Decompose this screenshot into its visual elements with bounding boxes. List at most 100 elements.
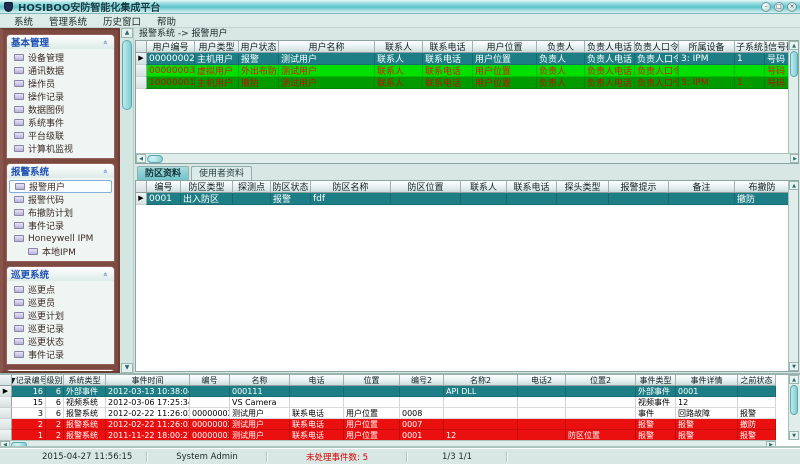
sidebar-item[interactable]: 报警用户 xyxy=(9,180,112,193)
user-table-column-header[interactable]: 子系统 xyxy=(735,41,765,53)
scroll-thumb[interactable] xyxy=(147,155,163,163)
zone-table-vscroll[interactable]: ▲ ▼ xyxy=(788,181,798,371)
scroll-thumb[interactable] xyxy=(790,385,798,415)
zone-table-column-header[interactable]: 防区名称 xyxy=(311,181,391,193)
scroll-down-icon[interactable]: ▼ xyxy=(789,431,799,440)
zone-table-column-header[interactable]: 备注 xyxy=(669,181,735,193)
zone-table-column-header[interactable]: 布撤防 xyxy=(735,181,790,193)
scroll-thumb[interactable] xyxy=(122,40,132,110)
sidebar-item[interactable]: 数据图例 xyxy=(7,103,114,116)
sidebar-panel-header[interactable]: 巡更系统 « xyxy=(7,267,114,281)
sidebar-item[interactable]: 巡更记录 xyxy=(7,322,114,335)
collapse-chevron-icon[interactable]: « xyxy=(101,167,110,176)
scroll-up-icon[interactable]: ▲ xyxy=(789,41,798,50)
event-table-column-header[interactable]: 电话 xyxy=(290,375,344,386)
user-table-column-header[interactable]: 联系人 xyxy=(375,41,423,53)
event-table-column-header[interactable]: 电话2 xyxy=(518,375,566,386)
sidebar-item[interactable]: Honeywell IPM xyxy=(7,232,114,245)
collapse-chevron-icon[interactable]: « xyxy=(101,38,110,47)
zone-table-column-header[interactable]: 联系电话 xyxy=(507,181,557,193)
sidebar-item[interactable]: 操作员 xyxy=(7,77,114,90)
event-table-row[interactable]: 15 6 视频系统 2012-03-06 17:25:34 VS Camera 视频事件 1… xyxy=(0,397,776,408)
zone-table-column-header[interactable]: 报警提示 xyxy=(609,181,669,193)
user-table-vscroll[interactable]: ▲ xyxy=(788,41,798,154)
sidebar-item[interactable]: 报警代码 xyxy=(7,193,114,206)
sidebar-item[interactable]: 事件记录 xyxy=(7,348,114,361)
user-table-column-header[interactable]: 负责人电话 xyxy=(585,41,635,53)
zone-table-column-header[interactable]: 防区状态 xyxy=(271,181,311,193)
sidebar-item[interactable]: 巡更点 xyxy=(7,283,114,296)
events-hscroll[interactable]: ◀ ▶ xyxy=(0,440,776,448)
zone-table-row[interactable]: ▶ 0001 出入防区 报警 fdf 撤防 xyxy=(136,193,790,205)
user-table-column-header[interactable]: 用户位置 xyxy=(473,41,537,53)
event-table-column-header[interactable]: 级别 xyxy=(46,375,64,386)
event-table-row[interactable]: ▶ 16 6 外部事件 2012-03-13 10:38:04 000111 API DLL… xyxy=(0,386,776,397)
user-table-row[interactable]: ▶ 00000002 主机用户 报警 测试用户 联系人 联系电话 用户位置 负责人 负责人电话 负责… xyxy=(136,53,790,65)
user-table-column-header[interactable]: 通信号码 xyxy=(765,41,790,53)
event-table-column-header[interactable]: ▼记录编号 xyxy=(12,375,46,386)
sidebar-item[interactable]: 设备管理 xyxy=(7,51,114,64)
event-table-column-header[interactable]: 事件时间 xyxy=(106,375,190,386)
scroll-up-icon[interactable]: ▲ xyxy=(789,375,799,384)
user-table-hscroll[interactable]: ◀ ▶ xyxy=(136,153,798,163)
event-table-column-header[interactable]: 编号 xyxy=(190,375,230,386)
sidebar-item[interactable]: 通讯数据 xyxy=(7,64,114,77)
sidebar-item[interactable]: 巡更状态 xyxy=(7,335,114,348)
event-table-column-header[interactable]: 事件类型 xyxy=(636,375,676,386)
menu-item[interactable]: 系统 xyxy=(6,14,41,28)
event-table-column-header[interactable]: 系统类型 xyxy=(64,375,106,386)
menu-item[interactable]: 帮助 xyxy=(149,14,184,28)
sidebar-scrollbar[interactable]: ▲ ▼ xyxy=(120,28,134,373)
user-table-row[interactable]: 10000001 主机用户 撤防 测试用户 联系人 联系电话 用户位置 负责人 负责人电话 负责人… xyxy=(136,77,790,89)
user-table-column-header[interactable]: 用户状态 xyxy=(239,41,279,53)
tab[interactable]: 使用者资料 xyxy=(191,166,253,180)
user-table-column-header[interactable]: 用户名称 xyxy=(279,41,375,53)
restore-button[interactable]: □ xyxy=(774,2,784,12)
sidebar-panel-header[interactable]: 报警系统 « xyxy=(7,164,114,178)
sidebar-item[interactable]: 事件记录 xyxy=(7,219,114,232)
scroll-up-icon[interactable]: ▲ xyxy=(121,28,133,38)
zone-table-column-header[interactable]: 防区位置 xyxy=(391,181,461,193)
user-table-column-header[interactable]: 用户编号 xyxy=(147,41,195,53)
scroll-down-icon[interactable]: ▼ xyxy=(789,362,798,371)
user-table-column-header[interactable]: 用户类型 xyxy=(195,41,239,53)
event-table-column-header[interactable]: 编号2 xyxy=(400,375,444,386)
user-table-column-header[interactable]: 联系电话 xyxy=(423,41,473,53)
event-table-column-header[interactable]: 名称 xyxy=(230,375,290,386)
scroll-right-icon[interactable]: ▶ xyxy=(790,154,798,163)
scroll-left-icon[interactable]: ◀ xyxy=(0,441,10,448)
event-table-column-header[interactable]: 事件详情 xyxy=(676,375,738,386)
event-table-column-header[interactable]: 位置2 xyxy=(566,375,636,386)
zone-table-column-header[interactable]: 防区类型 xyxy=(181,181,233,193)
scroll-down-icon[interactable]: ▼ xyxy=(121,363,133,373)
zone-table-column-header[interactable]: 探头类型 xyxy=(557,181,609,193)
scroll-up-icon[interactable]: ▲ xyxy=(789,181,798,190)
sidebar-item[interactable]: 平台级联 xyxy=(7,129,114,142)
menu-item[interactable]: 管理系统 xyxy=(41,14,95,28)
sidebar-item[interactable]: 本地IPM xyxy=(7,245,114,258)
scroll-left-icon[interactable]: ◀ xyxy=(136,154,146,163)
sidebar-item[interactable]: 巡更计划 xyxy=(7,309,114,322)
user-table-row[interactable]: 00000003 虚拟用户 外出布防 测试用户 联系人 联系电话 用户位置 负责人 负责人电话负… xyxy=(136,65,790,77)
event-table-column-header[interactable]: 位置 xyxy=(344,375,400,386)
scroll-thumb[interactable] xyxy=(790,51,798,77)
sidebar-item[interactable]: 计算机监视 xyxy=(7,142,114,155)
event-table-column-header[interactable]: 之前状态 xyxy=(738,375,776,386)
events-vscroll[interactable]: ▲ ▼ xyxy=(788,375,800,440)
menu-item[interactable]: 历史窗口 xyxy=(95,14,149,28)
sidebar-item[interactable]: 布撤防计划 xyxy=(7,206,114,219)
sidebar-item[interactable]: 操作记录 xyxy=(7,90,114,103)
close-button[interactable]: × xyxy=(787,2,797,12)
event-table-row[interactable]: 3 6 报警系统 2012-02-22 11:26:02 00000002 测试用户 联系电… xyxy=(0,408,776,419)
tab[interactable]: 防区资料 xyxy=(137,166,190,180)
sidebar-item[interactable]: 系统事件 xyxy=(7,116,114,129)
minimize-button[interactable]: – xyxy=(761,2,771,12)
zone-table-column-header[interactable]: 探测点 xyxy=(233,181,271,193)
event-table-row[interactable]: 2 2 报警系统 2012-02-22 11:26:02 00000002 测试用户 联系电… xyxy=(0,419,776,430)
zone-table-column-header[interactable]: 联系人 xyxy=(461,181,507,193)
collapse-chevron-icon[interactable]: « xyxy=(101,270,110,279)
user-table-column-header[interactable]: 负责人 xyxy=(537,41,585,53)
sidebar-item[interactable]: 巡更员 xyxy=(7,296,114,309)
user-table-column-header[interactable]: 所属设备 xyxy=(679,41,735,53)
user-table-column-header[interactable]: 负责人口令 xyxy=(635,41,679,53)
